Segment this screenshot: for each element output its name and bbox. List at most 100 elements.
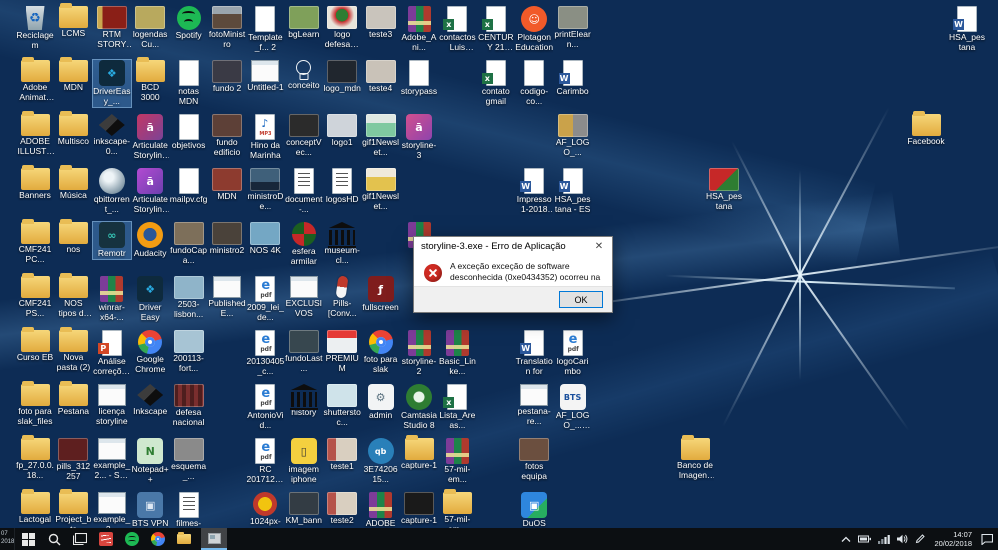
desktop-icon-printelearn[interactable]: printElearn... (554, 6, 592, 50)
desktop-icon-driver-easy[interactable]: ❖ Driver Easy (131, 276, 169, 323)
desktop-icon-bts-vpn[interactable]: ▣ BTS VPN (131, 492, 169, 529)
desktop-icon-teste4[interactable]: teste4 (362, 60, 400, 94)
desktop-icon-teste2[interactable]: teste2 (323, 492, 361, 526)
desktop-icon-fotoministro[interactable]: fotoMinistro (208, 6, 246, 50)
action-center-icon[interactable] (981, 533, 993, 545)
desktop-icon-rtm-story-final[interactable]: RTM STORY FINAL (93, 6, 131, 50)
desktop-icon-carimbo[interactable]: Carimbo (554, 60, 592, 97)
desktop-icon-reciclagem[interactable]: ♻ Reciclagem (16, 6, 54, 51)
tray-volume-icon[interactable] (897, 534, 908, 544)
desktop-icon-ministro2[interactable]: ministro2 (208, 222, 246, 256)
desktop-icon-fundo-edificio[interactable]: fundo edificio (208, 114, 246, 158)
desktop-icon-storyline-3[interactable]: ā storyline-3 (400, 114, 438, 161)
tray-chevron-up-icon[interactable] (841, 536, 851, 543)
desktop-icon-hsa-pestana-es[interactable]: HSA_pestana - ES (554, 168, 592, 215)
desktop-icon-remotr[interactable]: ∞ Remotr (91, 221, 132, 260)
desktop-icon-audacity[interactable]: Audacity (131, 222, 169, 259)
desktop-icon-notepad[interactable]: N Notepad++ (131, 438, 169, 485)
desktop-icon-admin[interactable]: ⚙ admin (362, 384, 400, 421)
desktop-icon-duos[interactable]: ▣ DuOS (515, 492, 553, 529)
desktop-icon-conceito[interactable]: conceito (285, 60, 323, 91)
desktop-icon-premium[interactable]: PREMIUM (323, 330, 361, 374)
desktop-icon-camtasia-studio-8[interactable]: Camtasia Studio 8 (400, 384, 438, 431)
taskbar-app-file-explorer[interactable] (171, 528, 197, 550)
desktop-icon-lactogal[interactable]: Lactogal (16, 489, 54, 525)
task-view-button[interactable] (67, 528, 93, 550)
search-button[interactable] (41, 528, 67, 550)
desktop-icon-pills-312257[interactable]: pills_312257 (54, 438, 92, 482)
desktop-icon-pills-conv[interactable]: Pills-[Conv... (323, 275, 361, 319)
desktop-icon-adobe-ani[interactable]: Adobe_Ani... (400, 6, 438, 53)
desktop-icon-fullscreen[interactable]: ƒ fullscreen (362, 276, 400, 313)
desktop-icon-hino-da-marinha[interactable]: Hino da Marinha (246, 114, 284, 161)
desktop-icon-qbittorrent[interactable]: qbittorrent_... (93, 168, 131, 215)
start-button[interactable] (15, 528, 41, 550)
desktop-icon-teste1[interactable]: teste1 (323, 438, 361, 472)
desktop-icon-century-21-casas-do-g[interactable]: CENTURY 21 Casas do G... (477, 6, 515, 53)
desktop-icon-gif1newslet[interactable]: gif1Newslet... (362, 168, 400, 212)
desktop-icon-hsa-pestana[interactable]: HSA_pestana (705, 168, 743, 212)
desktop-icon-impresso-1-2018-rh[interactable]: Impresso 1-2018 RH... (515, 168, 553, 215)
desktop-icon-gif1newslet[interactable]: gif1Newslet... (362, 114, 400, 158)
desktop-icon-publishede[interactable]: PublishedE... (208, 276, 246, 319)
desktop-icon-2009-lei-de[interactable]: 2009_lei_de... (246, 276, 284, 323)
desktop-icon-articulate-storyline-2[interactable]: āArticulate Storyline 2 (131, 114, 169, 161)
desktop-icon-inkscape-0[interactable]: inkscape-0... (93, 114, 131, 157)
desktop-icon-3e7420615[interactable]: qb 3E7420615... (362, 438, 400, 485)
desktop-icon-logocarimbo[interactable]: logoCarimbo (554, 330, 592, 377)
desktop-icon-nova-pasta-2[interactable]: Nova pasta (2) (54, 327, 92, 373)
desktop-icon-nos-tipos-de-liga-o-fibra[interactable]: NOS tipos de ligação Fibra (54, 273, 92, 319)
desktop-icon-fp-27-0-0-18[interactable]: fp_27.0.0.18... (16, 435, 54, 481)
desktop-icon-mailpv-cfg[interactable]: mailpv.cfg (170, 168, 208, 205)
desktop-icon-storyline-2[interactable]: storyline-2 (400, 330, 438, 377)
desktop-icon-antoniovid[interactable]: AntonioVid... (246, 384, 284, 431)
tray-battery-icon[interactable] (858, 535, 872, 543)
desktop-icon-museum-cl[interactable]: museum-cl... (323, 222, 361, 266)
desktop-icon-logo-mdn[interactable]: logo_mdn (323, 60, 361, 94)
desktop-icon-banco-de-imagens[interactable]: Banco de Imagens ... (676, 435, 714, 481)
desktop-icon-exclusivos[interactable]: EXCLUSIVOS (285, 276, 323, 319)
desktop-icon-hsa-pestana[interactable]: HSA_pestana (948, 6, 986, 53)
taskbar-app-red[interactable] (93, 528, 119, 550)
desktop-icon-logoshd[interactable]: logosHD (323, 168, 361, 205)
desktop-icon-teste3[interactable]: teste3 (362, 6, 400, 40)
desktop-icon-adobe-animate-c[interactable]: Adobe Animate C... (16, 57, 54, 103)
desktop-icon-nos-4k[interactable]: NOS 4K (246, 222, 284, 256)
desktop-icon-document[interactable]: document-... (285, 168, 323, 215)
desktop-icon-spotify[interactable]: Spotify (170, 6, 208, 41)
desktop-icon-notas-mdn[interactable]: notas MDN (170, 60, 208, 107)
tray-network-icon[interactable] (878, 534, 891, 544)
desktop-icon-defesa-nacional[interactable]: defesa nacional (170, 384, 208, 428)
desktop-icon-basic-linke[interactable]: Basic_Linke... (438, 330, 476, 377)
desktop-icon-esquema[interactable]: esquema_... (170, 438, 208, 482)
taskbar-clock[interactable]: 14:07 20/02/2018 (932, 530, 974, 549)
desktop-icon-winrar-x64[interactable]: winrar-x64-... (93, 276, 131, 323)
desktop-icon-57-mil-em[interactable]: 57-mil-em... (438, 438, 476, 485)
desktop-icon-plotagon-education[interactable]: ☺ Plotagon Education (515, 6, 553, 53)
desktop-icon-pestana-re[interactable]: pestana-re... (515, 384, 553, 427)
desktop-icon-foto-para-slak[interactable]: foto para slak (362, 330, 400, 375)
taskbar-app-active-window[interactable] (201, 528, 227, 550)
desktop-icon-untitled-1[interactable]: Untitled-1 (246, 60, 284, 93)
desktop-icon-translation-for[interactable]: Translation for (515, 330, 553, 377)
desktop-icon-bcd-3000[interactable]: BCD 3000 (131, 57, 169, 103)
desktop-icon-contato-gmail[interactable]: contato gmail (477, 60, 515, 107)
desktop-icon-curso-eb[interactable]: Curso EB (16, 327, 54, 363)
desktop-icon-storypass[interactable]: storypass (400, 60, 438, 97)
desktop-icon-fundolast[interactable]: fundoLast... (285, 330, 323, 374)
desktop-icon-af-logo-escuro[interactable]: BTSAF_LOGO_... Escuro (554, 384, 592, 431)
desktop-icon-imagem-iphone[interactable]: ▯ imagem iphone (285, 438, 323, 485)
desktop-icon-objetivos[interactable]: objetivos (170, 114, 208, 151)
desktop-icon-history[interactable]: history (285, 384, 323, 418)
desktop-icon-logendascu[interactable]: logendasCu... (131, 6, 169, 50)
desktop-icon-lcms[interactable]: LCMS (54, 3, 92, 39)
desktop-icon-lista-areas[interactable]: Lista_Areas... (438, 384, 476, 431)
desktop-icon-cmf241ps[interactable]: CMF241PS... (16, 273, 54, 319)
taskbar-app-chrome[interactable] (145, 528, 171, 550)
ok-button[interactable]: OK (559, 291, 603, 308)
taskbar-app-spotify[interactable] (119, 528, 145, 550)
desktop-icon-fundocapa[interactable]: fundoCapa... (170, 222, 208, 266)
desktop-icon-cmf241pc[interactable]: CMF241PC... (16, 219, 54, 265)
desktop-icon-an-lise-corre-es[interactable]: Análise correções... (93, 330, 131, 377)
desktop-icon-fundo-2[interactable]: fundo 2 (208, 60, 246, 94)
